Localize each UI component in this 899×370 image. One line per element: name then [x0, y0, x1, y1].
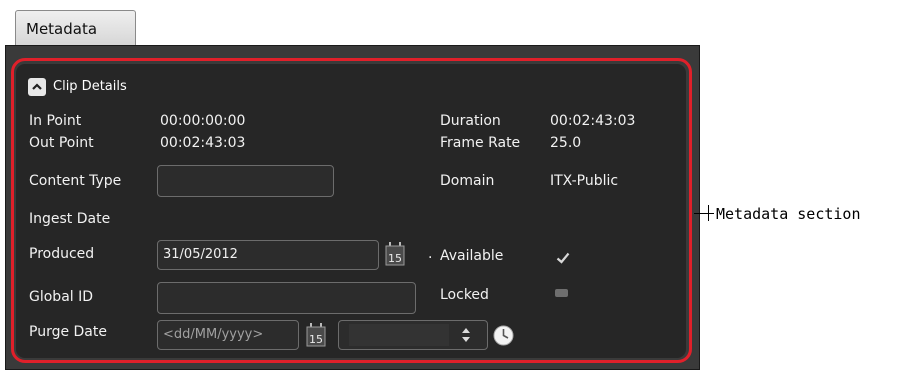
clip-details-header[interactable]: Clip Details: [28, 76, 148, 98]
svg-text:15: 15: [388, 252, 402, 265]
produced-date-input[interactable]: 31/05/2012: [157, 240, 379, 270]
in-point-value: 00:00:00:00: [160, 113, 246, 129]
clock-icon[interactable]: [493, 325, 514, 346]
available-bullet: .: [428, 246, 433, 262]
purge-date-label: Purge Date: [29, 324, 107, 340]
locked-label: Locked: [440, 287, 489, 303]
clip-details-title: Clip Details: [53, 79, 127, 94]
tab-metadata-label: Metadata: [26, 20, 98, 38]
out-point-label: Out Point: [29, 135, 94, 151]
available-label: Available: [440, 248, 504, 264]
out-point-value: 00:02:43:03: [160, 135, 246, 151]
content-type-label: Content Type: [29, 173, 122, 189]
svg-text:15: 15: [309, 333, 323, 346]
purge-time-field: [349, 324, 449, 346]
global-id-input[interactable]: [157, 282, 416, 314]
in-point-label: In Point: [29, 113, 82, 129]
ingest-date-label: Ingest Date: [29, 211, 111, 227]
callout-leader-line: [694, 213, 714, 214]
calendar-icon[interactable]: 15: [305, 323, 327, 347]
callout-bracket: [708, 205, 709, 221]
global-id-label: Global ID: [29, 289, 94, 305]
available-checkbox[interactable]: [556, 252, 570, 264]
frame-rate-value: 25.0: [550, 135, 582, 151]
domain-label: Domain: [440, 173, 495, 189]
duration-label: Duration: [440, 113, 501, 129]
duration-value: 00:02:43:03: [550, 113, 636, 129]
tab-metadata[interactable]: Metadata: [15, 10, 136, 46]
calendar-icon[interactable]: 15: [384, 242, 406, 266]
frame-rate-label: Frame Rate: [440, 135, 521, 151]
locked-checkbox[interactable]: [555, 289, 568, 297]
produced-label: Produced: [29, 246, 95, 262]
domain-value: ITX-Public: [550, 173, 619, 189]
chevron-up-icon[interactable]: [28, 78, 46, 96]
highlight-frame: [11, 58, 692, 363]
purge-date-input[interactable]: <dd/MM/yyyy>: [157, 320, 299, 350]
content-type-input[interactable]: [157, 165, 334, 197]
time-spinner-icon[interactable]: [460, 327, 472, 343]
callout-label: Metadata section: [716, 205, 861, 223]
